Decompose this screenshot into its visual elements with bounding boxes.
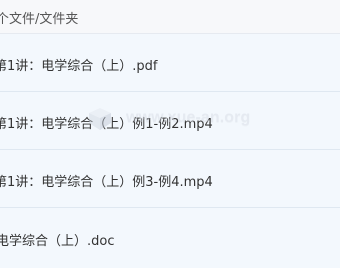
file-name-pdf: 第1讲：电学综合（上）.pdf — [0, 59, 158, 74]
file-row-pdf[interactable]: 第1讲：电学综合（上）.pdf — [0, 34, 340, 92]
file-list: 第1讲：电学综合（上）.pdf 第1讲：电学综合（上）例1-例2.mp4 第1讲… — [0, 34, 340, 268]
file-row-video-2[interactable]: 第1讲：电学综合（上）例3-例4.mp4 — [0, 150, 340, 208]
file-name-video-1: 第1讲：电学综合（上）例1-例2.mp4 — [0, 117, 213, 132]
file-row-video-1[interactable]: 第1讲：电学综合（上）例1-例2.mp4 — [0, 92, 340, 150]
file-count-label: 个文件/文件夹 — [0, 12, 79, 27]
file-name-video-2: 第1讲：电学综合（上）例3-例4.mp4 — [0, 175, 213, 190]
file-row-doc[interactable]: 电学综合（上）.doc — [0, 208, 340, 268]
file-name-doc: 电学综合（上）.doc — [0, 234, 115, 249]
file-list-header: 个文件/文件夹 — [0, 0, 340, 34]
